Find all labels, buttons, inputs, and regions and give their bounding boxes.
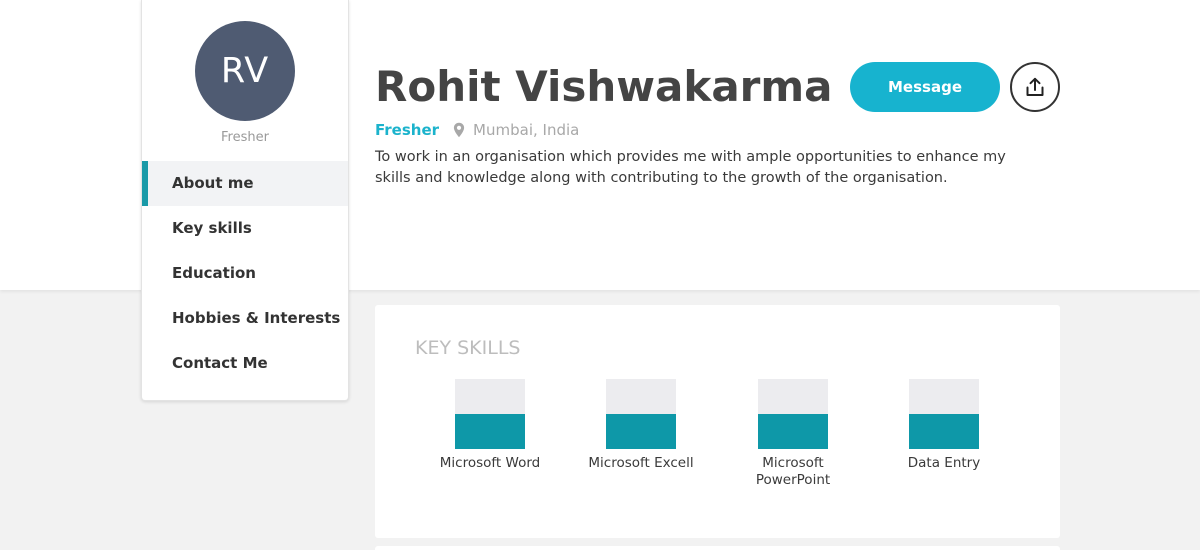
skill-level-bar	[909, 379, 979, 449]
key-skills-card: KEY SKILLS Microsoft Word Microsoft Exce…	[375, 305, 1060, 538]
sidebar-item-education[interactable]: Education	[142, 251, 348, 296]
avatar: RV	[195, 21, 295, 121]
skill-level-fill	[606, 414, 676, 449]
sidebar-item-about-me[interactable]: About me	[142, 161, 348, 206]
key-skills-title: KEY SKILLS	[415, 337, 521, 359]
skill-level-bar	[606, 379, 676, 449]
sidebar-item-hobbies-interests[interactable]: Hobbies & Interests	[142, 296, 348, 341]
skill-item-microsoft-powerpoint: Microsoft PowerPoint	[733, 379, 853, 489]
skill-level-bar	[758, 379, 828, 449]
status-tag: Fresher	[375, 121, 440, 139]
profile-meta: Fresher Mumbai, India	[375, 120, 579, 140]
profile-sidebar: RV Fresher About me Key skills Education…	[141, 0, 349, 401]
sidebar-item-key-skills[interactable]: Key skills	[142, 206, 348, 251]
share-button[interactable]	[1010, 62, 1060, 112]
skill-level-fill	[758, 414, 828, 449]
skill-label: Microsoft Word	[439, 455, 541, 471]
location-pin-icon	[453, 122, 465, 138]
avatar-subtitle: Fresher	[221, 130, 269, 145]
skill-level-fill	[909, 414, 979, 449]
profile-name: Rohit Vishwakarma	[375, 62, 833, 111]
sidebar-nav: About me Key skills Education Hobbies & …	[142, 161, 348, 386]
location-text: Mumbai, India	[473, 121, 580, 139]
skill-label: Microsoft PowerPoint	[755, 455, 831, 488]
skill-item-microsoft-word: Microsoft Word	[430, 379, 550, 472]
skill-label: Data Entry	[907, 455, 981, 471]
sidebar-item-contact-me[interactable]: Contact Me	[142, 341, 348, 386]
share-upload-icon	[1026, 77, 1044, 96]
skill-level-bar	[455, 379, 525, 449]
objective-text: To work in an organisation which provide…	[375, 149, 1006, 186]
skill-level-fill	[455, 414, 525, 449]
next-section-card	[375, 546, 1060, 550]
skill-item-data-entry: Data Entry	[884, 379, 1004, 472]
message-button[interactable]: Message	[850, 62, 1000, 112]
skill-item-microsoft-excell: Microsoft Excell	[581, 379, 701, 472]
skill-label: Microsoft Excell	[588, 455, 694, 471]
